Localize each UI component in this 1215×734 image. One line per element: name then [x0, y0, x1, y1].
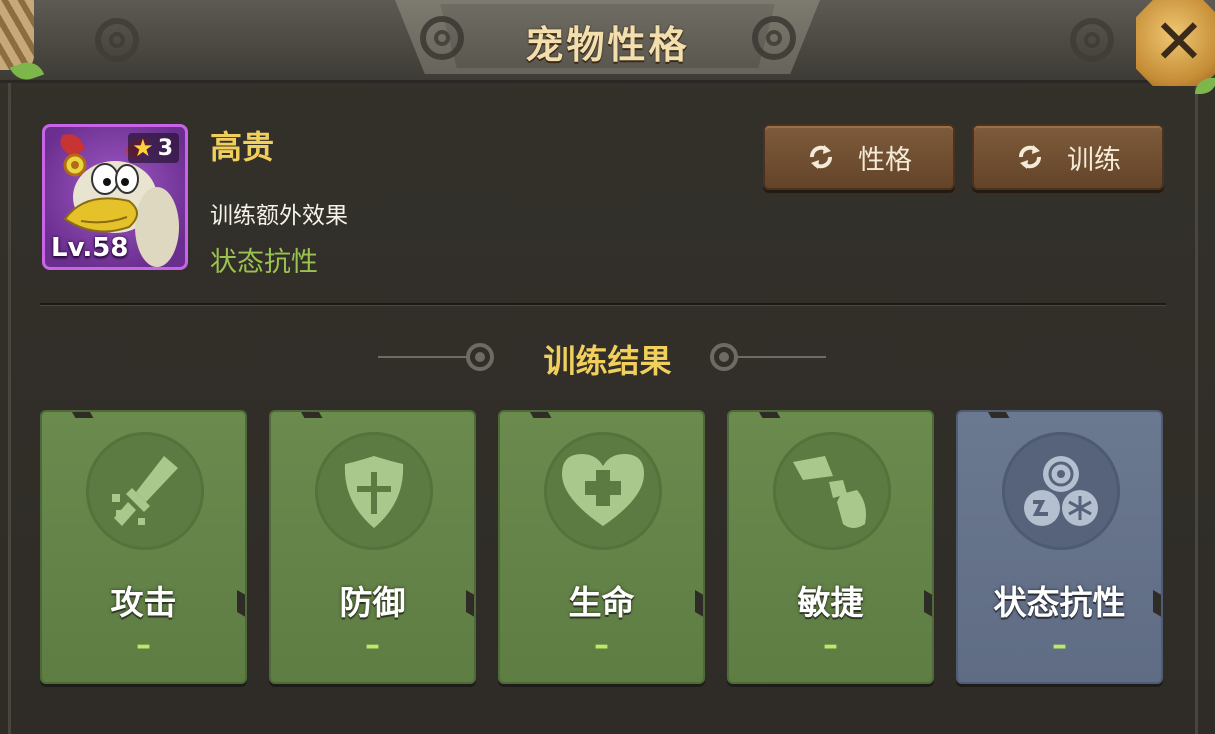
stat-value: –	[823, 628, 838, 663]
personality-button-label: 性格	[858, 144, 912, 176]
stat-label: 攻击	[110, 583, 177, 622]
stat-label: 敏捷	[797, 583, 864, 622]
stat-card-status-resist[interactable]: 状态抗性 –	[956, 410, 1163, 684]
stat-card-defense[interactable]: 防御 –	[269, 410, 476, 684]
stat-icon-circle	[544, 432, 662, 550]
title-line-right	[736, 356, 826, 358]
stat-label: 状态抗性	[993, 583, 1126, 622]
training-button-label: 训练	[1067, 144, 1121, 176]
star-badge: ★ 3	[128, 133, 179, 163]
training-bonus-value: 状态抗性	[210, 247, 318, 278]
close-icon: ✕	[1153, 5, 1205, 78]
card-notch	[68, 412, 94, 418]
star-icon: ★	[132, 134, 154, 162]
stat-icon-circle	[315, 432, 433, 550]
pet-avatar[interactable]: ★ 3 Lv.58	[42, 124, 188, 270]
stat-icon-circle	[86, 432, 204, 550]
card-notch	[526, 412, 552, 418]
sword-icon	[112, 456, 178, 526]
stat-value: –	[594, 628, 609, 663]
card-notch	[984, 412, 1010, 418]
stat-label: 防御	[339, 583, 406, 622]
stat-card-health[interactable]: 生命 –	[498, 410, 705, 684]
stat-card-agility[interactable]: 敏捷 –	[727, 410, 934, 684]
stat-icon-circle	[1002, 432, 1120, 550]
close-button[interactable]: ✕	[1136, 0, 1215, 86]
shield-icon	[344, 456, 404, 528]
stat-value: –	[136, 628, 151, 663]
personality-name: 高贵	[210, 128, 275, 166]
boot-icon	[793, 456, 866, 528]
training-bonus-label: 训练额外效果	[210, 203, 348, 229]
page-title: 宠物性格	[525, 23, 690, 67]
status-resist-icon	[1024, 456, 1098, 526]
stat-value: –	[365, 628, 380, 663]
section-divider	[40, 303, 1166, 305]
refresh-icon	[1019, 145, 1041, 169]
star-count: 3	[157, 135, 173, 161]
stat-card-attack[interactable]: 攻击 –	[40, 410, 247, 684]
card-notch	[755, 412, 781, 418]
stat-value: –	[1052, 628, 1067, 663]
rope-decoration	[0, 0, 34, 70]
title-swirl-right-icon	[710, 343, 738, 371]
training-result-title: 训练结果	[543, 342, 672, 380]
heart-plus-icon	[562, 454, 644, 526]
pet-level: Lv.58	[51, 233, 129, 263]
refresh-icon	[810, 145, 832, 169]
stat-icon-circle	[773, 432, 891, 550]
card-notch	[297, 412, 323, 418]
reroll-personality-button[interactable]: 性格	[763, 124, 955, 190]
train-button[interactable]: 训练	[972, 124, 1164, 190]
stat-label: 生命	[568, 583, 635, 622]
